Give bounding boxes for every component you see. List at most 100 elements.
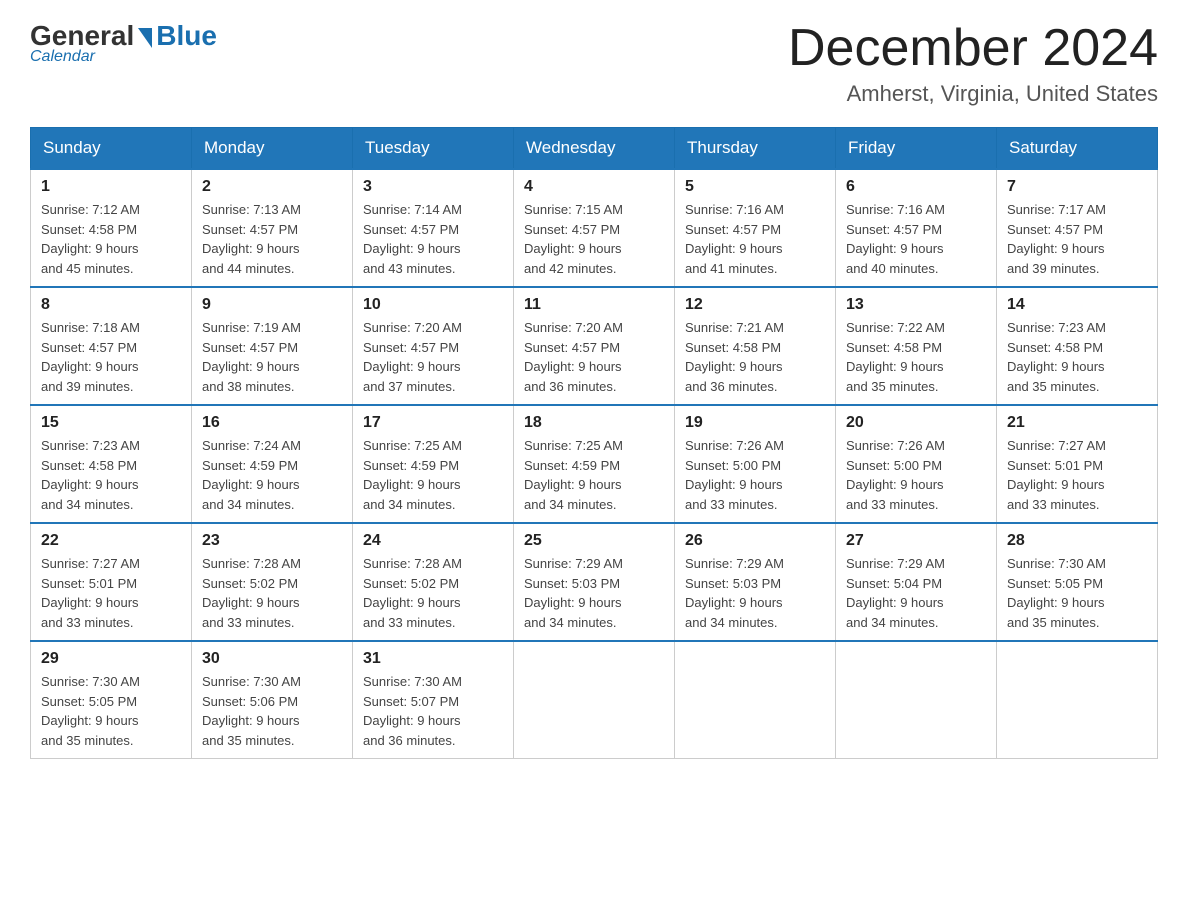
- day-number: 8: [41, 296, 181, 314]
- day-number: 3: [363, 178, 503, 196]
- table-row: 22 Sunrise: 7:27 AMSunset: 5:01 PMDaylig…: [31, 523, 192, 641]
- location-subtitle: Amherst, Virginia, United States: [788, 81, 1158, 107]
- table-row: 4 Sunrise: 7:15 AMSunset: 4:57 PMDayligh…: [514, 169, 675, 287]
- table-row: 8 Sunrise: 7:18 AMSunset: 4:57 PMDayligh…: [31, 287, 192, 405]
- table-row: 5 Sunrise: 7:16 AMSunset: 4:57 PMDayligh…: [675, 169, 836, 287]
- table-row: 26 Sunrise: 7:29 AMSunset: 5:03 PMDaylig…: [675, 523, 836, 641]
- table-row: 15 Sunrise: 7:23 AMSunset: 4:58 PMDaylig…: [31, 405, 192, 523]
- table-row: 23 Sunrise: 7:28 AMSunset: 5:02 PMDaylig…: [192, 523, 353, 641]
- col-wednesday: Wednesday: [514, 128, 675, 170]
- day-number: 27: [846, 532, 986, 550]
- calendar-week-row: 1 Sunrise: 7:12 AMSunset: 4:58 PMDayligh…: [31, 169, 1158, 287]
- table-row: 18 Sunrise: 7:25 AMSunset: 4:59 PMDaylig…: [514, 405, 675, 523]
- day-number: 9: [202, 296, 342, 314]
- day-info: Sunrise: 7:15 AMSunset: 4:57 PMDaylight:…: [524, 202, 623, 276]
- table-row: 17 Sunrise: 7:25 AMSunset: 4:59 PMDaylig…: [353, 405, 514, 523]
- table-row: 27 Sunrise: 7:29 AMSunset: 5:04 PMDaylig…: [836, 523, 997, 641]
- day-info: Sunrise: 7:16 AMSunset: 4:57 PMDaylight:…: [685, 202, 784, 276]
- logo-blue-text: Blue: [156, 20, 217, 52]
- col-saturday: Saturday: [997, 128, 1158, 170]
- day-number: 30: [202, 650, 342, 668]
- day-number: 25: [524, 532, 664, 550]
- day-number: 14: [1007, 296, 1147, 314]
- day-number: 23: [202, 532, 342, 550]
- table-row: 10 Sunrise: 7:20 AMSunset: 4:57 PMDaylig…: [353, 287, 514, 405]
- col-thursday: Thursday: [675, 128, 836, 170]
- day-info: Sunrise: 7:22 AMSunset: 4:58 PMDaylight:…: [846, 320, 945, 394]
- day-number: 13: [846, 296, 986, 314]
- day-number: 24: [363, 532, 503, 550]
- table-row: 30 Sunrise: 7:30 AMSunset: 5:06 PMDaylig…: [192, 641, 353, 759]
- day-info: Sunrise: 7:30 AMSunset: 5:05 PMDaylight:…: [41, 674, 140, 748]
- day-number: 28: [1007, 532, 1147, 550]
- table-row: 1 Sunrise: 7:12 AMSunset: 4:58 PMDayligh…: [31, 169, 192, 287]
- title-block: December 2024 Amherst, Virginia, United …: [788, 20, 1158, 107]
- day-info: Sunrise: 7:30 AMSunset: 5:05 PMDaylight:…: [1007, 556, 1106, 630]
- day-number: 6: [846, 178, 986, 196]
- table-row: 9 Sunrise: 7:19 AMSunset: 4:57 PMDayligh…: [192, 287, 353, 405]
- day-number: 19: [685, 414, 825, 432]
- day-number: 7: [1007, 178, 1147, 196]
- day-info: Sunrise: 7:20 AMSunset: 4:57 PMDaylight:…: [524, 320, 623, 394]
- table-row: 25 Sunrise: 7:29 AMSunset: 5:03 PMDaylig…: [514, 523, 675, 641]
- col-sunday: Sunday: [31, 128, 192, 170]
- table-row: 11 Sunrise: 7:20 AMSunset: 4:57 PMDaylig…: [514, 287, 675, 405]
- day-number: 15: [41, 414, 181, 432]
- calendar-header-row: Sunday Monday Tuesday Wednesday Thursday…: [31, 128, 1158, 170]
- day-number: 2: [202, 178, 342, 196]
- day-info: Sunrise: 7:29 AMSunset: 5:03 PMDaylight:…: [685, 556, 784, 630]
- day-info: Sunrise: 7:24 AMSunset: 4:59 PMDaylight:…: [202, 438, 301, 512]
- month-title: December 2024: [788, 20, 1158, 77]
- day-number: 12: [685, 296, 825, 314]
- page-header: General Blue Calendar December 2024 Amhe…: [30, 20, 1158, 107]
- day-info: Sunrise: 7:14 AMSunset: 4:57 PMDaylight:…: [363, 202, 462, 276]
- day-info: Sunrise: 7:18 AMSunset: 4:57 PMDaylight:…: [41, 320, 140, 394]
- day-number: 20: [846, 414, 986, 432]
- day-number: 21: [1007, 414, 1147, 432]
- table-row: 21 Sunrise: 7:27 AMSunset: 5:01 PMDaylig…: [997, 405, 1158, 523]
- day-number: 11: [524, 296, 664, 314]
- day-info: Sunrise: 7:30 AMSunset: 5:07 PMDaylight:…: [363, 674, 462, 748]
- day-number: 5: [685, 178, 825, 196]
- table-row: 7 Sunrise: 7:17 AMSunset: 4:57 PMDayligh…: [997, 169, 1158, 287]
- day-info: Sunrise: 7:23 AMSunset: 4:58 PMDaylight:…: [41, 438, 140, 512]
- day-info: Sunrise: 7:19 AMSunset: 4:57 PMDaylight:…: [202, 320, 301, 394]
- day-info: Sunrise: 7:28 AMSunset: 5:02 PMDaylight:…: [202, 556, 301, 630]
- calendar-week-row: 29 Sunrise: 7:30 AMSunset: 5:05 PMDaylig…: [31, 641, 1158, 759]
- day-info: Sunrise: 7:28 AMSunset: 5:02 PMDaylight:…: [363, 556, 462, 630]
- day-number: 31: [363, 650, 503, 668]
- table-row: 31 Sunrise: 7:30 AMSunset: 5:07 PMDaylig…: [353, 641, 514, 759]
- day-info: Sunrise: 7:26 AMSunset: 5:00 PMDaylight:…: [685, 438, 784, 512]
- table-row: 14 Sunrise: 7:23 AMSunset: 4:58 PMDaylig…: [997, 287, 1158, 405]
- table-row: [836, 641, 997, 759]
- table-row: [997, 641, 1158, 759]
- day-info: Sunrise: 7:20 AMSunset: 4:57 PMDaylight:…: [363, 320, 462, 394]
- day-info: Sunrise: 7:27 AMSunset: 5:01 PMDaylight:…: [41, 556, 140, 630]
- day-info: Sunrise: 7:21 AMSunset: 4:58 PMDaylight:…: [685, 320, 784, 394]
- day-number: 16: [202, 414, 342, 432]
- day-info: Sunrise: 7:29 AMSunset: 5:03 PMDaylight:…: [524, 556, 623, 630]
- table-row: 19 Sunrise: 7:26 AMSunset: 5:00 PMDaylig…: [675, 405, 836, 523]
- day-number: 10: [363, 296, 503, 314]
- table-row: 2 Sunrise: 7:13 AMSunset: 4:57 PMDayligh…: [192, 169, 353, 287]
- logo: General Blue Calendar: [30, 20, 217, 66]
- calendar-week-row: 22 Sunrise: 7:27 AMSunset: 5:01 PMDaylig…: [31, 523, 1158, 641]
- table-row: 3 Sunrise: 7:14 AMSunset: 4:57 PMDayligh…: [353, 169, 514, 287]
- day-info: Sunrise: 7:12 AMSunset: 4:58 PMDaylight:…: [41, 202, 140, 276]
- table-row: 29 Sunrise: 7:30 AMSunset: 5:05 PMDaylig…: [31, 641, 192, 759]
- calendar-table: Sunday Monday Tuesday Wednesday Thursday…: [30, 127, 1158, 759]
- day-info: Sunrise: 7:16 AMSunset: 4:57 PMDaylight:…: [846, 202, 945, 276]
- day-number: 18: [524, 414, 664, 432]
- day-info: Sunrise: 7:13 AMSunset: 4:57 PMDaylight:…: [202, 202, 301, 276]
- day-info: Sunrise: 7:17 AMSunset: 4:57 PMDaylight:…: [1007, 202, 1106, 276]
- table-row: 20 Sunrise: 7:26 AMSunset: 5:00 PMDaylig…: [836, 405, 997, 523]
- day-number: 1: [41, 178, 181, 196]
- logo-subtitle-text: Calendar: [30, 48, 95, 66]
- day-number: 26: [685, 532, 825, 550]
- table-row: [675, 641, 836, 759]
- day-info: Sunrise: 7:26 AMSunset: 5:00 PMDaylight:…: [846, 438, 945, 512]
- day-info: Sunrise: 7:25 AMSunset: 4:59 PMDaylight:…: [524, 438, 623, 512]
- day-info: Sunrise: 7:30 AMSunset: 5:06 PMDaylight:…: [202, 674, 301, 748]
- table-row: 16 Sunrise: 7:24 AMSunset: 4:59 PMDaylig…: [192, 405, 353, 523]
- col-friday: Friday: [836, 128, 997, 170]
